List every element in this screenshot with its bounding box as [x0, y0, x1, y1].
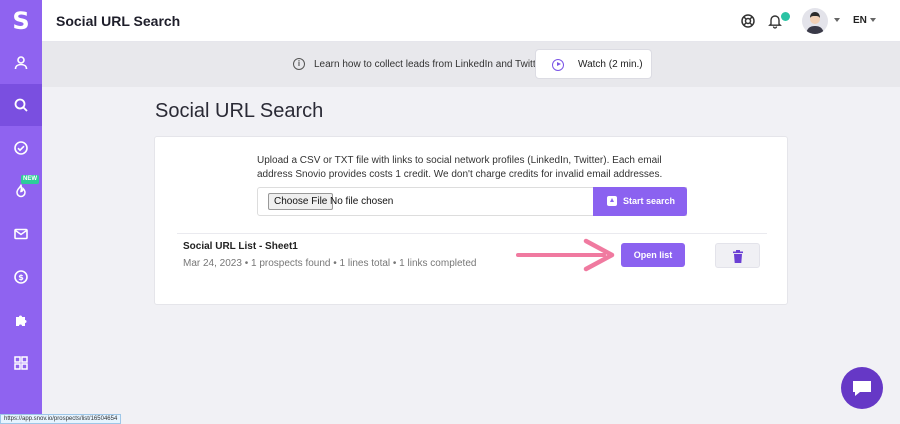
sidebar: S NEW $: [0, 0, 42, 424]
upload-card: Upload a CSV or TXT file with links to s…: [154, 136, 788, 305]
svg-text:$: $: [18, 273, 24, 282]
watch-video-button[interactable]: Watch (2 min.): [535, 49, 652, 79]
play-icon: [552, 59, 564, 71]
avatar-person-icon: [806, 12, 824, 34]
top-header: Social URL Search EN: [42, 0, 900, 42]
mail-icon: [14, 228, 28, 240]
chat-widget-button[interactable]: [841, 367, 883, 409]
watch-label: Watch (2 min.): [578, 59, 643, 70]
snovio-logo[interactable]: S: [0, 0, 42, 42]
sidebar-item-apps[interactable]: [0, 342, 42, 384]
trash-icon: [733, 250, 743, 263]
grid-icon: [14, 356, 28, 370]
sidebar-item-integrations[interactable]: [0, 299, 42, 341]
upload-description: Upload a CSV or TXT file with links to s…: [257, 155, 663, 180]
notification-dot: [781, 12, 790, 21]
start-search-label: Start search: [623, 196, 676, 206]
app-title: Social URL Search: [56, 13, 181, 29]
dollar-icon: $: [14, 270, 28, 284]
avatar[interactable]: [802, 8, 828, 34]
delete-button[interactable]: [715, 243, 760, 268]
help-wheel-icon[interactable]: [740, 13, 756, 29]
avatar-chevron-down-icon[interactable]: [834, 18, 840, 22]
check-circle-icon: [14, 141, 28, 155]
search-icon: [14, 98, 28, 112]
choose-file-button[interactable]: Choose File: [268, 193, 334, 210]
language-selector[interactable]: EN: [853, 15, 867, 26]
sidebar-item-billing[interactable]: $: [0, 256, 42, 298]
open-list-label: Open list: [633, 250, 673, 260]
info-banner-text: Learn how to collect leads from LinkedIn…: [314, 59, 545, 70]
chat-icon: [853, 381, 871, 396]
sidebar-item-email[interactable]: [0, 213, 42, 255]
file-status-text: No file chosen: [330, 196, 394, 207]
language-chevron-down-icon[interactable]: [870, 18, 876, 22]
flame-icon: [16, 184, 26, 198]
puzzle-icon: [16, 315, 27, 326]
info-banner: i Learn how to collect leads from Linked…: [42, 42, 900, 87]
upload-icon: [607, 196, 617, 206]
start-search-button[interactable]: Start search: [593, 187, 687, 216]
list-title: Social URL List - Sheet1: [183, 241, 298, 252]
list-meta: Mar 24, 2023 • 1 prospects found • 1 lin…: [183, 258, 477, 269]
divider: [177, 233, 767, 234]
info-icon: i: [293, 58, 305, 70]
status-bar-url: https://app.snov.io/prospects/list/16504…: [0, 414, 122, 424]
sidebar-item-prospects[interactable]: [0, 42, 42, 84]
page-title: Social URL Search: [155, 100, 324, 122]
sidebar-item-search[interactable]: [0, 84, 42, 126]
sidebar-item-verify[interactable]: [0, 127, 42, 169]
logo-letter: S: [12, 7, 30, 35]
person-icon: [14, 56, 28, 70]
new-badge: NEW: [21, 175, 39, 184]
pointer-arrow-icon: [516, 238, 615, 272]
open-list-button[interactable]: Open list: [621, 243, 685, 267]
